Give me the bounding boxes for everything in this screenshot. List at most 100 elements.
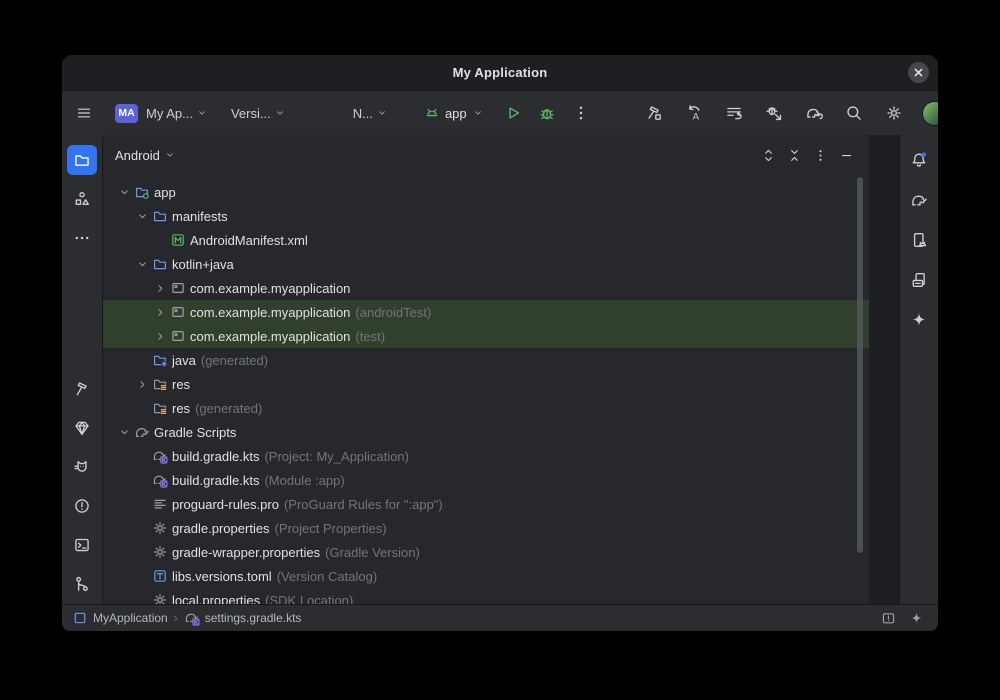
options-menu-button[interactable] xyxy=(809,144,831,166)
tree-item-annotation: (androidTest) xyxy=(355,304,432,320)
hide-panel-button[interactable] xyxy=(835,144,857,166)
debug-button[interactable] xyxy=(535,101,559,125)
chevron-right-icon[interactable] xyxy=(151,282,169,295)
main-area: Android app manifests AndroidManifest.xml k… xyxy=(62,135,938,604)
chevron-right-icon[interactable] xyxy=(151,306,169,319)
chevron-down-icon[interactable] xyxy=(115,186,133,199)
app-window: My Application MA My Ap... Versi... N...… xyxy=(62,55,938,631)
tree-item[interactable]: proguard-rules.pro (ProGuard Rules for ":… xyxy=(103,492,869,516)
app-quality-insights-tool-window[interactable] xyxy=(67,413,97,443)
tree-item[interactable]: app xyxy=(103,180,869,204)
tree-item[interactable]: res (generated) xyxy=(103,396,869,420)
tree-item[interactable]: gradle.properties (Project Properties) xyxy=(103,516,869,540)
tree-item[interactable]: java (generated) xyxy=(103,348,869,372)
ai-assistant-widget[interactable] xyxy=(909,611,924,626)
lines-icon xyxy=(151,496,169,512)
device-selector[interactable]: N... xyxy=(348,100,393,126)
more-run-options-button[interactable] xyxy=(569,101,593,125)
tree-item[interactable]: manifests xyxy=(103,204,869,228)
logcat-tool-window[interactable] xyxy=(67,452,97,482)
search-everywhere-button[interactable] xyxy=(842,101,866,125)
gear-icon xyxy=(151,592,169,604)
folder-res-icon xyxy=(151,400,169,416)
settings-button[interactable] xyxy=(882,101,906,125)
apply-code-icon xyxy=(725,104,743,122)
tree-item[interactable]: com.example.myapplication (test) xyxy=(103,324,869,348)
chevron-down-icon[interactable] xyxy=(115,426,133,439)
left-tool-window-strip xyxy=(62,135,103,604)
more-tool-windows[interactable] xyxy=(67,223,97,253)
package-icon xyxy=(169,328,187,344)
tree-item[interactable]: kotlin+java xyxy=(103,252,869,276)
breadcrumb-module[interactable]: MyApplication xyxy=(72,610,168,626)
right-tool-window-strip xyxy=(900,135,938,604)
project-view-label: Android xyxy=(115,147,160,163)
tree-item[interactable]: com.example.myapplication (androidTest) xyxy=(103,300,869,324)
project-selector[interactable]: My Ap... xyxy=(141,100,213,126)
tree-item[interactable]: build.gradle.kts (Project: My_Application… xyxy=(103,444,869,468)
tree-item[interactable]: gradle-wrapper.properties (Gradle Version… xyxy=(103,540,869,564)
terminal-tool-window[interactable] xyxy=(67,530,97,560)
notifications-tool-window[interactable] xyxy=(904,145,934,175)
hammer-icon xyxy=(73,380,91,398)
version-control-tool-window[interactable] xyxy=(67,569,97,599)
running-devices-tool-window[interactable] xyxy=(904,225,934,255)
tree-scrollbar[interactable] xyxy=(857,177,863,553)
expand-all-button[interactable] xyxy=(757,144,779,166)
alert-box-icon xyxy=(881,611,896,626)
tree-item[interactable]: libs.versions.toml (Version Catalog) xyxy=(103,564,869,588)
tree-item[interactable]: local.properties (SDK Location) xyxy=(103,588,869,604)
phone-android-icon xyxy=(910,231,928,249)
gear-icon xyxy=(151,544,169,560)
breadcrumb-file[interactable]: settings.gradle.kts xyxy=(184,610,301,626)
attach-debugger-button[interactable] xyxy=(762,101,786,125)
tree-item-label: libs.versions.toml xyxy=(172,568,272,584)
chevron-down-icon[interactable] xyxy=(133,210,151,223)
tree-item-label: com.example.myapplication xyxy=(190,328,351,344)
gemini-tool-window[interactable] xyxy=(904,305,934,335)
sync-gradle-button[interactable] xyxy=(802,101,826,125)
apply-code-changes-button[interactable] xyxy=(722,101,746,125)
tree-item[interactable]: res xyxy=(103,372,869,396)
project-selector-label: My Ap... xyxy=(146,105,193,121)
gradle-tool-window[interactable] xyxy=(904,185,934,215)
project-tool-window[interactable] xyxy=(67,144,97,175)
project-view-selector[interactable]: Android xyxy=(115,148,176,163)
tree-item-annotation: (Module :app) xyxy=(264,472,345,488)
kebab-icon xyxy=(813,148,828,163)
tree-item[interactable]: Gradle Scripts xyxy=(103,420,869,444)
close-button[interactable] xyxy=(908,62,929,83)
desktop: { "window": { "title": "My Application" … xyxy=(0,0,1000,700)
tree-item-annotation: (Project Properties) xyxy=(274,520,387,536)
build-tool-window[interactable] xyxy=(67,374,97,404)
tree-item[interactable]: build.gradle.kts (Module :app) xyxy=(103,468,869,492)
tree-item[interactable]: com.example.myapplication xyxy=(103,276,869,300)
collapse-all-button[interactable] xyxy=(783,144,805,166)
tree-item[interactable]: AndroidManifest.xml xyxy=(103,228,869,252)
run-configuration-selector[interactable]: app xyxy=(421,100,487,126)
package-icon xyxy=(169,280,187,296)
expand-all-icon xyxy=(761,148,776,163)
chevron-right-icon[interactable] xyxy=(151,330,169,343)
tree-item-label: gradle.properties xyxy=(172,520,270,536)
chevron-down-icon[interactable] xyxy=(133,258,151,271)
main-menu-button[interactable] xyxy=(72,101,96,125)
build-button[interactable] xyxy=(642,101,666,125)
problems-icon xyxy=(73,497,91,515)
device-manager-tool-window[interactable] xyxy=(904,265,934,295)
search-icon xyxy=(845,104,863,122)
user-avatar[interactable] xyxy=(922,100,938,126)
window-title: My Application xyxy=(452,65,548,80)
tree-item-annotation: (generated) xyxy=(195,400,263,416)
vcs-selector-label: Versi... xyxy=(230,105,271,121)
resource-manager-tool-window[interactable] xyxy=(67,184,97,214)
editor-area xyxy=(869,135,900,604)
vcs-branch-selector[interactable]: Versi... xyxy=(226,100,291,126)
run-button[interactable] xyxy=(501,101,525,125)
problems-widget[interactable] xyxy=(881,611,896,626)
chevron-down-icon xyxy=(164,149,176,161)
tree-item-annotation: (generated) xyxy=(200,352,269,368)
chevron-right-icon[interactable] xyxy=(133,378,151,391)
problems-tool-window[interactable] xyxy=(67,491,97,521)
apply-changes-button[interactable]: A xyxy=(682,101,706,125)
